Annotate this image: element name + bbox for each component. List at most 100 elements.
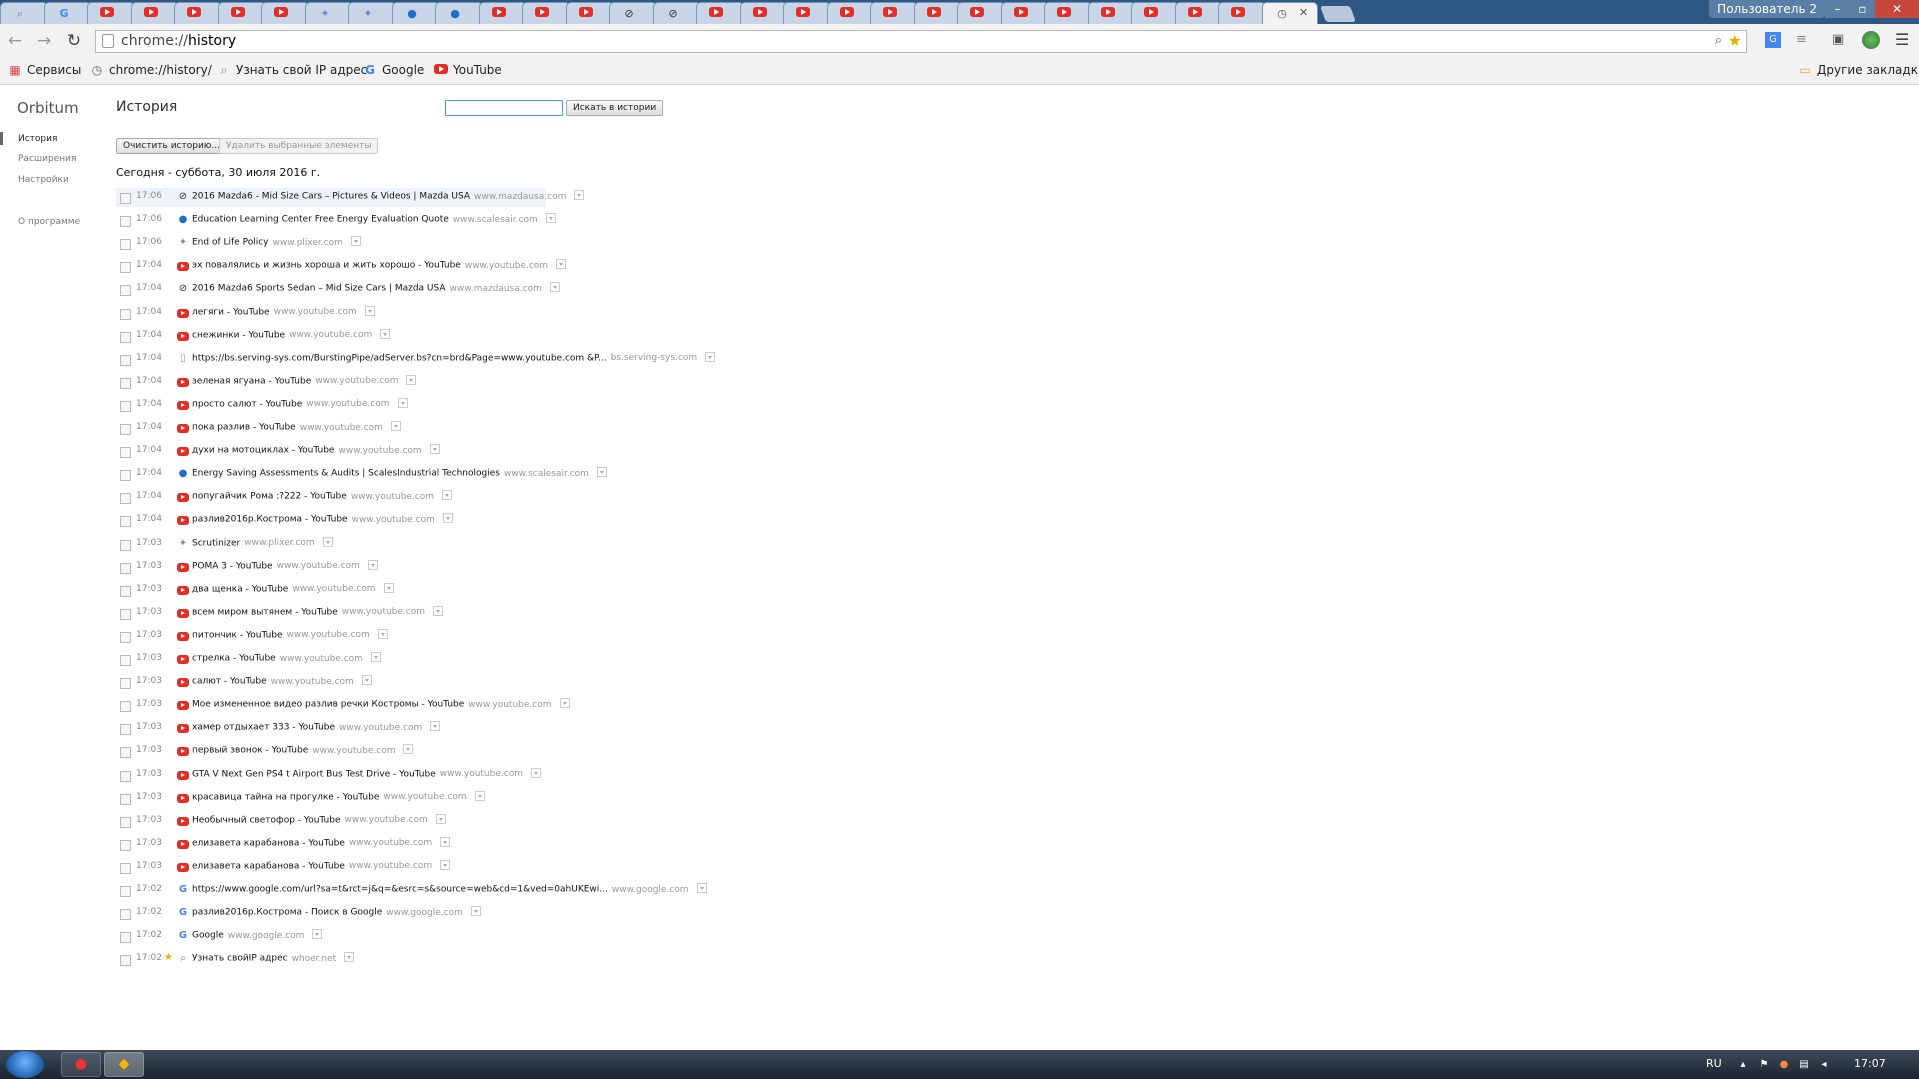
history-entry[interactable]: 17:02 G Google www.google.com: [116, 927, 916, 946]
flag-icon[interactable]: ⚑: [1758, 1059, 1770, 1071]
history-entry[interactable]: 17:06 ⊘ 2016 Mazda6 - Mid Size Cars – Pict…: [116, 188, 585, 207]
entry-title[interactable]: пока разлив - YouTube: [192, 423, 296, 433]
entry-checkbox[interactable]: [120, 862, 131, 874]
close-tab-icon[interactable]: ✕: [1299, 6, 1308, 19]
browser-tab[interactable]: ●: [392, 2, 440, 24]
entry-menu-button[interactable]: [545, 213, 556, 224]
entry-checkbox[interactable]: [120, 400, 131, 412]
browser-tab[interactable]: [914, 2, 962, 24]
entry-menu-button[interactable]: [596, 467, 607, 478]
clock[interactable]: 17:07: [1854, 1057, 1886, 1070]
entry-title[interactable]: POMA 3 - YouTube: [192, 561, 273, 571]
entry-link[interactable]: Мое измененное видео разлив речки Костро…: [192, 698, 570, 710]
search-icon[interactable]: ⌕: [1715, 33, 1722, 48]
entry-menu-button[interactable]: [470, 906, 481, 917]
entry-link[interactable]: всем миром вытянем - YouTube www.youtube.…: [192, 605, 444, 617]
entry-link[interactable]: красавица тайна на прогулке - YouTube www…: [192, 790, 485, 802]
entry-title[interactable]: 2016 Mazda6 Sports Sedan – Mid Size Cars…: [192, 284, 446, 294]
entry-title[interactable]: духи на мотоциклах - YouTube: [192, 446, 334, 456]
entry-menu-button[interactable]: [549, 282, 560, 293]
entry-checkbox[interactable]: [120, 631, 131, 643]
bookmark-google[interactable]: G Google: [363, 63, 424, 77]
browser-tab[interactable]: [522, 2, 570, 24]
entry-menu-button[interactable]: [696, 883, 707, 893]
sidebar-item-settings[interactable]: Настройки: [18, 175, 69, 185]
history-entry[interactable]: 17:03 всем миром вытянем - YouTube www.you…: [116, 604, 916, 623]
entry-link[interactable]: 2016 Mazda6 Sports Sedan – Mid Size Cars…: [192, 282, 560, 294]
entry-link[interactable]: питончик - YouTube www.youtube.com: [192, 628, 388, 640]
entry-menu-button[interactable]: [429, 444, 440, 455]
address-bar[interactable]: chrome://history ⌕ ★: [95, 30, 1747, 53]
orbitum-taskbar-icon[interactable]: ◆: [104, 1052, 144, 1077]
entry-menu-button[interactable]: [574, 190, 585, 200]
history-entry[interactable]: 17:04 разлив2016р.Кострома - YouTube www.y…: [116, 511, 916, 530]
history-entry[interactable]: 17:03 красавица тайна на прогулке - YouTu…: [116, 789, 916, 808]
entry-link[interactable]: разлив2016р.Кострома - Поиск в Google www…: [192, 906, 481, 918]
maximize-button[interactable]: ▫: [1850, 0, 1875, 18]
entry-menu-button[interactable]: [397, 397, 408, 408]
entry-menu-button[interactable]: [390, 421, 401, 431]
other-bookmarks[interactable]: ▭ Другие закладки: [1798, 63, 1919, 77]
entry-menu-button[interactable]: [406, 374, 417, 385]
entry-checkbox[interactable]: [120, 770, 131, 782]
entry-checkbox[interactable]: [120, 239, 131, 251]
entry-title[interactable]: разлив2016р.Кострома - YouTube: [192, 515, 348, 525]
entry-checkbox[interactable]: [120, 886, 131, 897]
entry-title[interactable]: всем миром вытянем - YouTube: [192, 607, 338, 617]
browser-tab[interactable]: ⌕: [0, 2, 48, 24]
history-entry[interactable]: 17:03 питончик - YouTube www.youtube.com: [116, 627, 916, 646]
entry-checkbox[interactable]: [120, 308, 131, 320]
entry-title[interactable]: первый звонок - YouTube: [192, 746, 308, 756]
entry-checkbox[interactable]: [120, 655, 131, 666]
entry-menu-button[interactable]: [367, 559, 378, 570]
entry-checkbox[interactable]: [120, 285, 131, 297]
bookmark-star-icon[interactable]: ★: [1728, 31, 1742, 50]
entry-title[interactable]: Необычный светофор - YouTube: [192, 815, 341, 825]
history-entry[interactable]: 17:04 просто салют - YouTube www.youtube.c…: [116, 396, 916, 415]
entry-checkbox[interactable]: [120, 216, 131, 228]
entry-menu-button[interactable]: [430, 721, 441, 732]
entry-title[interactable]: Узнать свойIP адрес: [192, 954, 288, 964]
history-entry[interactable]: 17:02 ★ ⌕ Узнать свойIP адрес whoer.net: [116, 950, 916, 969]
minimize-button[interactable]: –: [1825, 0, 1850, 18]
start-button[interactable]: [6, 1051, 44, 1078]
entry-link[interactable]: Необычный светофор - YouTube www.youtube.…: [192, 813, 446, 825]
volume-icon[interactable]: ◂: [1818, 1059, 1830, 1071]
entry-checkbox[interactable]: [120, 724, 131, 736]
browser-tab[interactable]: G: [44, 2, 92, 24]
entry-link[interactable]: легяги - YouTube www.youtube.com: [192, 305, 375, 317]
entry-menu-button[interactable]: [344, 952, 355, 963]
entry-title[interactable]: питончик - YouTube: [192, 630, 283, 640]
browser-tab[interactable]: ⊘: [609, 2, 657, 24]
history-entry[interactable]: 17:03 GTA V Next Gen PS4 t Airport Bus Te…: [116, 766, 916, 785]
search-input[interactable]: [445, 100, 563, 116]
entry-checkbox[interactable]: [120, 470, 131, 482]
entry-menu-button[interactable]: [380, 328, 391, 339]
entry-checkbox[interactable]: [120, 839, 131, 851]
history-entry[interactable]: 17:03 стрелка - YouTube www.youtube.com: [116, 650, 916, 669]
browser-tab[interactable]: [174, 2, 222, 24]
entry-title[interactable]: Education Learning Center Free Energy Ev…: [192, 215, 449, 225]
history-entry[interactable]: 17:04 ⊘ 2016 Mazda6 Sports Sedan – Mid Siz…: [116, 280, 916, 299]
entry-title[interactable]: снежинки - YouTube: [192, 330, 285, 340]
entry-menu-button[interactable]: [530, 767, 541, 778]
entry-title[interactable]: легяги - YouTube: [192, 307, 270, 317]
browser-tab[interactable]: [479, 2, 527, 24]
entry-menu-button[interactable]: [705, 351, 716, 362]
browser-tab[interactable]: [783, 2, 831, 24]
browser-tab[interactable]: ⊘: [653, 2, 701, 24]
entry-title[interactable]: два щенка - YouTube: [192, 584, 288, 594]
profile-button[interactable]: Пользователь 2: [1709, 0, 1825, 18]
entry-checkbox[interactable]: [120, 932, 131, 944]
history-entry[interactable]: 17:03 елизавета карабанова - YouTube www.y…: [116, 858, 916, 877]
entry-title[interactable]: стрелка - YouTube: [192, 654, 276, 664]
bookmark-apps[interactable]: ▦ Сервисы: [8, 63, 81, 77]
sidebar-item-extensions[interactable]: Расширения: [18, 154, 76, 164]
browser-tab[interactable]: [1088, 2, 1136, 24]
history-entry[interactable]: 17:04 пока разлив - YouTube www.youtube.co…: [116, 419, 916, 438]
entry-menu-button[interactable]: [440, 836, 451, 847]
entry-link[interactable]: салют - YouTube www.youtube.com: [192, 675, 372, 687]
entry-title[interactable]: Мое измененное видео разлив речки Костро…: [192, 700, 464, 710]
history-entry[interactable]: 17:06 ● Education Learning Center Free Ene…: [116, 211, 916, 230]
entry-menu-button[interactable]: [361, 675, 372, 686]
